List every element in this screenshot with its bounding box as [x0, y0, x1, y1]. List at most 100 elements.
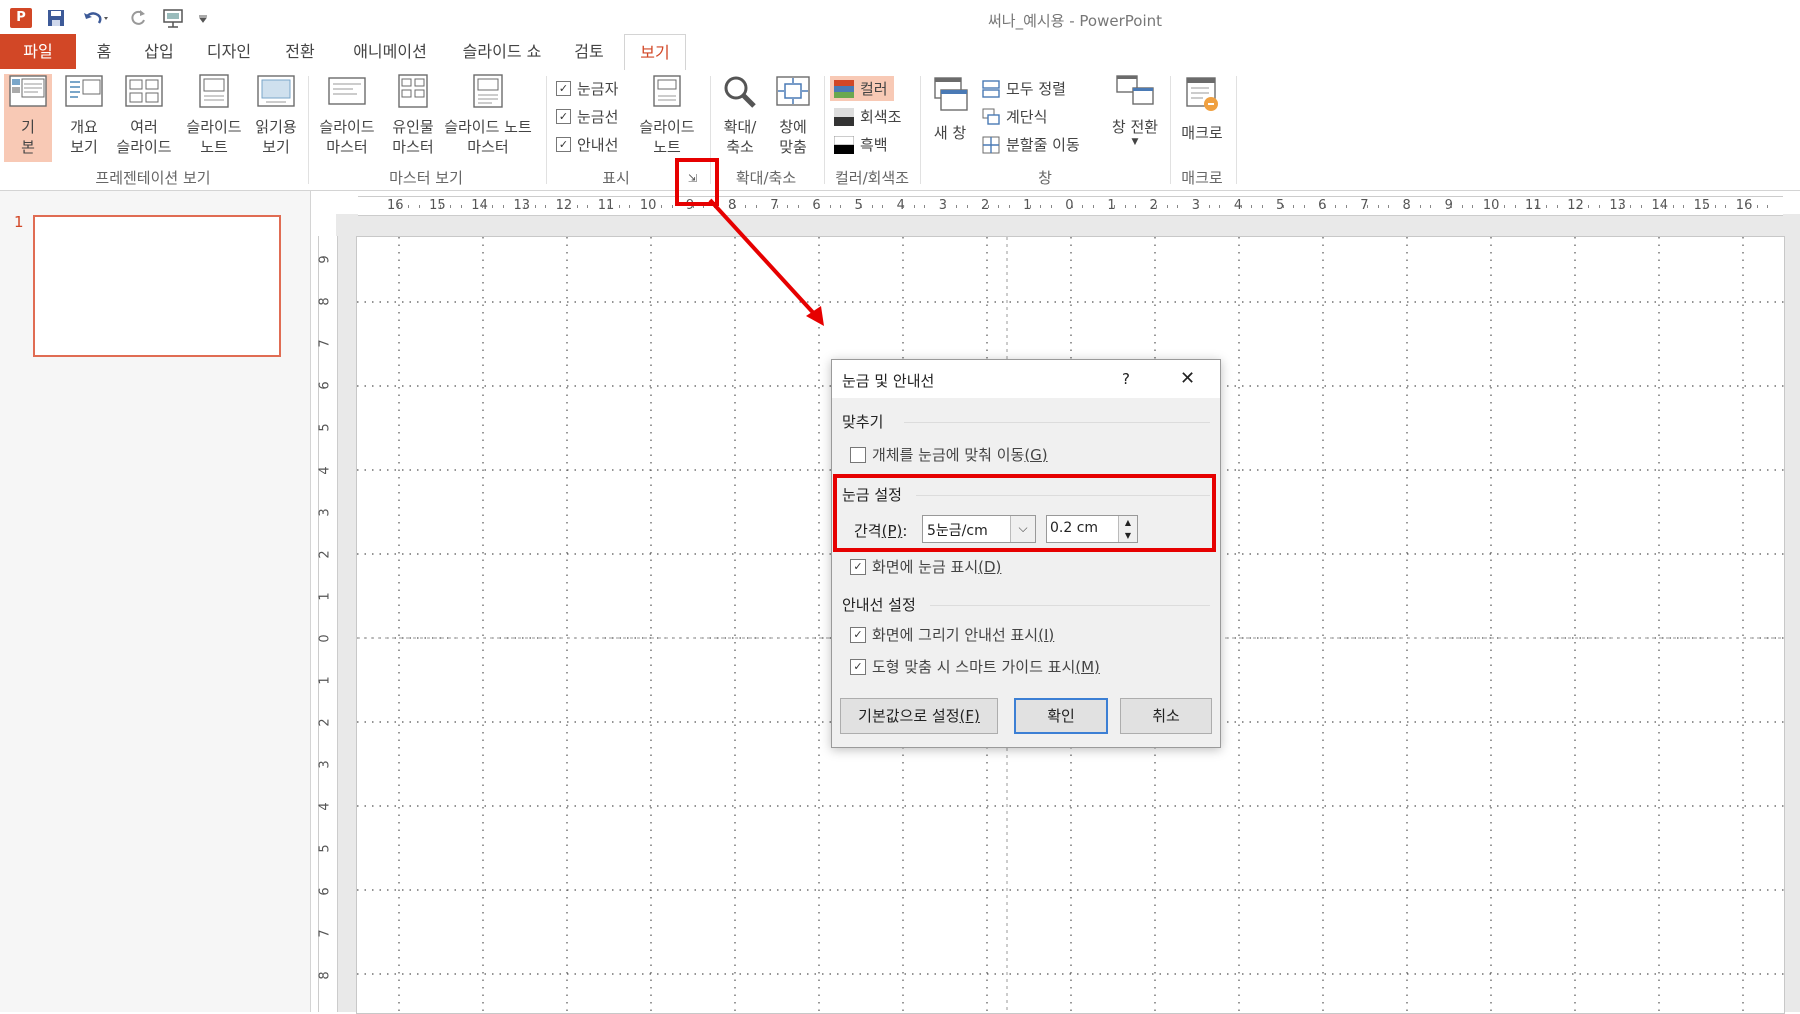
ruler-tick: [1303, 205, 1305, 208]
ruler-tick-label: 15: [1693, 198, 1711, 213]
cascade-button[interactable]: 계단식: [982, 106, 1047, 127]
ruler-checkbox[interactable]: ✓ 눈금자: [556, 78, 618, 99]
ok-button[interactable]: 확인: [1014, 698, 1108, 734]
slide-master-button[interactable]: 슬라이드 마스터: [312, 74, 382, 157]
ruler-tick: [1640, 205, 1642, 208]
ruler-tick-label: 4: [896, 198, 905, 213]
fit-to-window-button[interactable]: 창에 맞춤: [768, 74, 818, 157]
ruler-tick-label: 2: [317, 550, 333, 559]
ruler-tick: [871, 205, 873, 208]
slide-master-icon: [328, 77, 366, 105]
ruler-tick: [1156, 205, 1158, 208]
normal-view-button[interactable]: 기 본: [4, 74, 52, 162]
ruler-tick: [1630, 205, 1632, 208]
checkbox-unchecked-icon: [850, 446, 866, 463]
ruler-tick: [460, 205, 462, 208]
grayscale-view-button[interactable]: 회색조: [834, 106, 901, 127]
ruler-tick: [1451, 205, 1453, 208]
tab-insert[interactable]: 삽입: [134, 34, 184, 69]
ruler-tick: [450, 205, 452, 208]
dialog-title-bar: 눈금 및 안내선 ? ✕: [832, 360, 1220, 398]
ruler-tick: [1503, 205, 1505, 208]
set-default-button[interactable]: 기본값으로 설정(F): [840, 698, 998, 734]
ruler-tick-label: 1: [1107, 198, 1116, 213]
normal-view-icon: [9, 75, 47, 107]
tab-review[interactable]: 검토: [564, 34, 614, 69]
tab-slideshow[interactable]: 슬라이드 쇼: [452, 34, 552, 69]
separator: [1170, 76, 1171, 184]
ruler-tick: [1135, 205, 1137, 208]
zoom-button[interactable]: 확대/ 축소: [712, 74, 768, 157]
slide-sorter-button[interactable]: 여러 슬라이드: [110, 74, 178, 157]
tab-design[interactable]: 디자인: [196, 34, 262, 69]
ruler-tick-label: 7: [1360, 198, 1369, 213]
ruler-tick-label: 0: [1065, 198, 1074, 213]
ruler-tick: [1409, 205, 1411, 208]
ruler-tick-label: 7: [317, 928, 333, 938]
tab-file[interactable]: 파일: [0, 34, 76, 69]
tab-transitions[interactable]: 전환: [274, 34, 326, 69]
checkbox-checked-icon: ✓: [556, 109, 571, 124]
new-window-button[interactable]: 새 창: [924, 74, 976, 143]
slide-thumbnail[interactable]: [33, 215, 281, 357]
notes-icon: [653, 75, 681, 107]
ruler-tick: [1251, 205, 1253, 208]
ruler-tick: [1746, 205, 1748, 208]
fit-to-window-icon: [776, 76, 810, 106]
vertical-ruler[interactable]: 9 8 7 6 5 4 3 2 1 0 1 2 3 4 5 6 7 8: [318, 236, 338, 1012]
ruler-tick: [408, 205, 410, 208]
ruler-tick-label: 4: [317, 802, 333, 811]
ruler-tick: [956, 205, 958, 208]
smart-guides-checkbox[interactable]: ✓ 도형 맞춤 시 스마트 가이드 표시 (M): [850, 656, 1100, 677]
switch-window-button[interactable]: 창 전환 ▼: [1104, 74, 1166, 147]
handout-master-button[interactable]: 유인물 마스터: [384, 74, 442, 157]
ruler-tick: [1093, 205, 1094, 208]
tab-view[interactable]: 보기: [624, 34, 686, 71]
ruler-tick-label: 5: [317, 844, 333, 854]
ruler-tick: [1767, 205, 1769, 208]
horizontal-ruler[interactable]: 16 15 14 13 12 11 10 9 8 7 6 5 4 3 2 1 0 1 2 3 4 5 6 7 8 9 10 11 12 1…: [358, 196, 1783, 216]
move-split-icon: [982, 136, 1000, 153]
cancel-button[interactable]: 취소: [1120, 698, 1212, 734]
tab-home[interactable]: 홈: [84, 34, 124, 69]
ruler-tick-label: 2: [317, 718, 333, 727]
separator: [920, 76, 921, 184]
ruler-tick: [1335, 205, 1337, 208]
ruler-tick-label: 5: [1276, 198, 1285, 213]
black-white-swatch-icon: [834, 135, 854, 154]
show-grid-checkbox[interactable]: ✓ 화면에 눈금 표시 (D): [850, 556, 1001, 577]
arrange-all-button[interactable]: 모두 정렬: [982, 78, 1066, 99]
ruler-tick-label: 15: [429, 198, 446, 213]
ruler-tick: [1556, 205, 1558, 208]
arrange-all-icon: [982, 79, 1000, 98]
notes-master-button[interactable]: 슬라이드 노트 마스터: [436, 74, 540, 157]
gridlines-checkbox[interactable]: ✓ 눈금선: [556, 106, 618, 127]
slide-number: 1: [14, 213, 24, 231]
ruler-tick: [1472, 205, 1474, 208]
black-white-view-button[interactable]: 흑백: [834, 134, 888, 155]
color-view-button[interactable]: 컬러: [830, 76, 894, 101]
macro-button[interactable]: 매크로: [1174, 74, 1230, 143]
guides-checkbox[interactable]: ✓ 안내선: [556, 134, 618, 155]
ruler-tick: [1672, 205, 1674, 208]
snap-to-grid-checkbox[interactable]: 개체를 눈금에 맞춰 이동 (G): [850, 444, 1048, 465]
show-drawing-guides-checkbox[interactable]: ✓ 화면에 그리기 안내선 표시 (I): [850, 624, 1054, 645]
ruler-tick: [840, 205, 842, 208]
notes-button[interactable]: 슬라이드 노트: [630, 74, 704, 157]
snap-header: 맞추기: [842, 413, 884, 431]
close-icon[interactable]: ✕: [1180, 368, 1195, 389]
tab-animations[interactable]: 애니메이션: [338, 34, 442, 69]
group-label-show: 표시: [602, 169, 630, 187]
ruler-tick: [618, 205, 620, 208]
ruler-tick: [1040, 205, 1042, 208]
move-split-button[interactable]: 분할줄 이동: [982, 134, 1080, 155]
separator: [546, 76, 547, 184]
notes-page-button[interactable]: 슬라이드 노트: [180, 74, 248, 157]
ruler-tick: [1588, 205, 1590, 208]
divider: [930, 605, 1210, 606]
ruler-tick: [1546, 205, 1548, 208]
outline-view-button[interactable]: 개요 보기: [58, 74, 110, 157]
help-icon[interactable]: ?: [1122, 370, 1130, 388]
ruler-tick-label: 0: [317, 634, 333, 643]
reading-view-button[interactable]: 읽기용 보기: [250, 74, 302, 157]
